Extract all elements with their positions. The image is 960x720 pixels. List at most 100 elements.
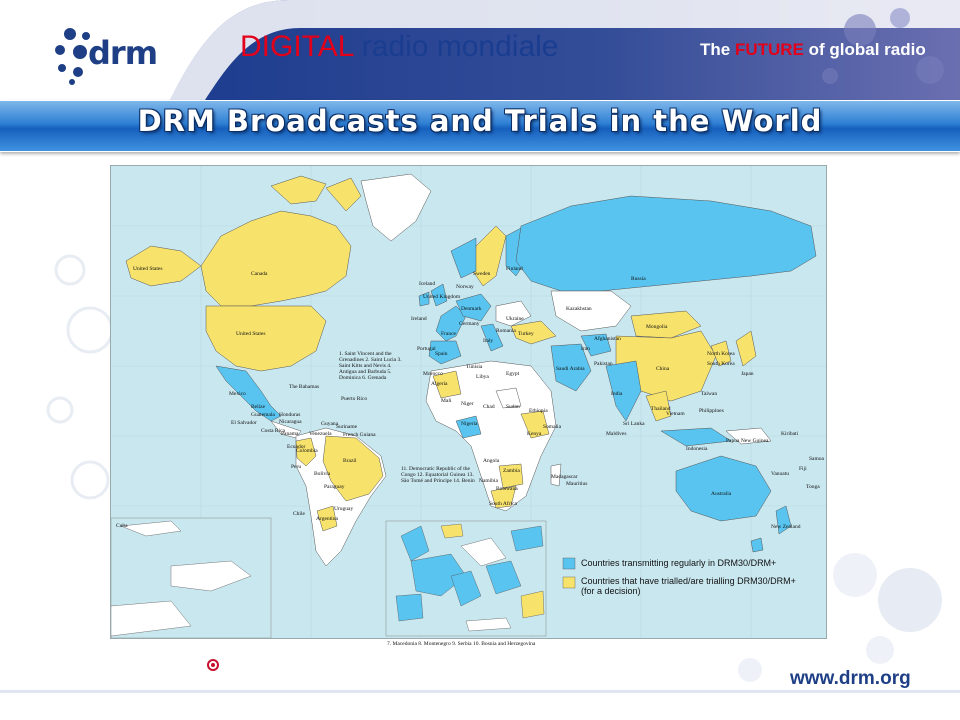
map-australia — [675, 455, 772, 522]
label-pakistan: Pakistan — [594, 361, 613, 367]
label-chile: Chile — [293, 511, 305, 517]
world-map: Countries transmitting regularly in DRM3… — [110, 165, 827, 639]
label-peru: Peru — [291, 464, 302, 470]
legend-swatch-transmitting — [562, 557, 576, 570]
label-south-africa: South Africa — [489, 501, 517, 507]
label-united-kingdom: United Kingdom — [423, 294, 461, 300]
label-thailand: Thailand — [651, 406, 671, 412]
map-united-states — [205, 305, 327, 372]
label-honduras: Honduras — [279, 412, 301, 418]
label-paraguay: Paraguay — [324, 484, 345, 490]
label-namibia: Namibia — [479, 478, 498, 484]
label-north-korea: North Korea — [707, 351, 735, 357]
label-mali: Mali — [441, 398, 452, 404]
label-morocco: Morocco — [423, 371, 443, 377]
label-angola: Angola — [483, 458, 500, 464]
label-chad: Chad — [483, 404, 495, 410]
label-samoa: Samoa — [809, 456, 824, 462]
label-uruguay: Uruguay — [334, 506, 354, 512]
tagline-pre: The — [700, 40, 735, 59]
tagline-post: of global radio — [803, 40, 926, 59]
map-canada — [200, 210, 352, 307]
label-bolivia: Bolivia — [314, 471, 331, 477]
label-taiwan: Taiwan — [701, 391, 718, 397]
map-greenland — [360, 173, 432, 242]
label-madagascar: Madagascar — [551, 474, 578, 480]
label-bahamas: The Bahamas — [289, 384, 320, 390]
website-url[interactable]: www.drm.org — [790, 668, 911, 690]
label-ireland: Ireland — [411, 316, 427, 322]
label-nigeria: Nigeria — [461, 421, 478, 427]
label-australia: Australia — [711, 491, 732, 497]
label-romania: Romania — [496, 328, 516, 334]
label-italy: Italy — [483, 338, 494, 344]
label-kiribati: Kiribati — [781, 431, 799, 437]
label-argentina: Argentina — [316, 516, 338, 522]
page-title: DRM Broadcasts and Trials in the World — [137, 104, 823, 138]
europe-inset — [385, 520, 547, 637]
label-denmark: Denmark — [461, 306, 482, 312]
label-brazil: Brazil — [343, 458, 357, 464]
label-japan: Japan — [741, 371, 754, 377]
label-maldives: Maldives — [606, 431, 627, 437]
map-sweden — [472, 225, 507, 287]
label-mauritius: Mauritius — [566, 481, 588, 487]
label-venezuela: Venezuela — [309, 431, 332, 437]
brand-part2: radio mondiale — [361, 30, 559, 63]
label-united-states: United States — [236, 331, 266, 337]
label-portugal: Portugal — [417, 346, 436, 352]
label-afghanistan: Afghanistan — [594, 336, 621, 342]
label-vanuatu: Vanuatu — [771, 471, 790, 477]
label-niger: Niger — [461, 401, 474, 407]
africa-notes: 11. Democratic Republic of the Congo 12.… — [401, 466, 475, 484]
map-japan — [735, 330, 757, 367]
label-germany: Germany — [459, 321, 480, 327]
label-saudi-arabia: Saudi Arabia — [556, 366, 585, 372]
label-mexico: Mexico — [229, 391, 246, 397]
label-tunisia: Tunisia — [466, 364, 483, 370]
label-india: India — [611, 391, 623, 397]
map-indonesia — [660, 427, 732, 447]
caribbean-notes: 1. Saint Vincent and the Grenadines 2. S… — [339, 351, 402, 381]
label-ethiopia: Ethiopia — [529, 408, 548, 414]
label-china: China — [656, 366, 670, 372]
label-france: France — [441, 331, 456, 337]
label-indonesia: Indonesia — [686, 446, 708, 452]
label-turkey: Turkey — [518, 331, 534, 337]
map-russia — [515, 195, 817, 292]
label-algeria: Algeria — [431, 381, 448, 387]
label-ukraine: Ukraine — [506, 316, 524, 322]
legend-swatch-trialling — [562, 576, 576, 589]
label-belize: Belize — [251, 404, 266, 410]
legend-trialling: Countries that have trialled/are trialli… — [581, 576, 796, 596]
logo-text: drm — [88, 34, 158, 72]
label-kenya: Kenya — [527, 431, 542, 437]
label-papua-new-guinea: Papua New Guinea — [726, 438, 769, 444]
label-canada: Canada — [251, 271, 268, 277]
inset-label-cuba: Cuba — [116, 523, 128, 529]
brand-name: DIGITAL radio mondiale — [240, 30, 559, 64]
label-ecuador: Ecuador — [287, 444, 306, 450]
label-russia: Russia — [631, 276, 646, 282]
label-panama: Panama — [281, 431, 299, 437]
label-suriname: Suriname — [336, 424, 358, 430]
caribbean-inset — [111, 517, 272, 638]
label-el-salvador: El Salvador — [231, 420, 257, 426]
label-norway: Norway — [456, 284, 474, 290]
brand-part1: DIGITAL — [240, 30, 354, 63]
label-botswana: Botswana — [496, 486, 518, 492]
label-new-zealand: New Zealand — [771, 524, 801, 530]
label-sri-lanka: Sri Lanka — [623, 421, 645, 427]
label-zambia: Zambia — [503, 468, 520, 474]
label-sweden: Sweden — [473, 271, 491, 277]
legend-transmitting: Countries transmitting regularly in DRM3… — [581, 558, 777, 568]
label-egypt: Egypt — [506, 371, 520, 377]
label-tonga: Tonga — [806, 484, 820, 490]
label-mongolia: Mongolia — [646, 324, 668, 330]
label-puerto-rico: Puerto Rico — [341, 396, 368, 402]
label-sudan: Sudan — [506, 404, 520, 410]
label-guatemala: Guatemala — [251, 412, 275, 418]
label-philippines: Philippines — [699, 408, 724, 414]
tagline: The FUTURE of global radio — [700, 40, 926, 60]
label-south-korea: South Korea — [707, 361, 735, 367]
